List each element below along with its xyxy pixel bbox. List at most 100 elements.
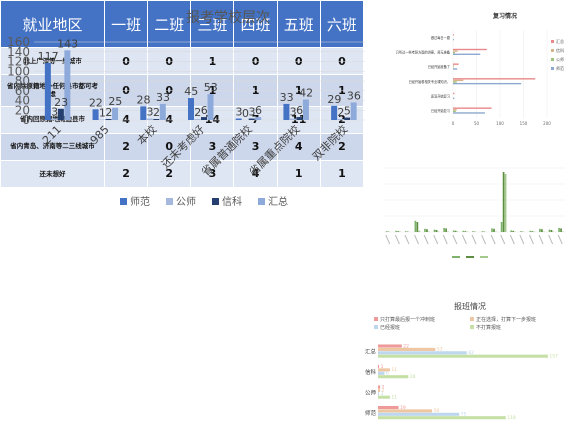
legend-swatch (551, 58, 554, 61)
bar (464, 231, 467, 232)
legend-swatch (258, 198, 265, 205)
legend-label: 信科 (222, 195, 242, 208)
bar (519, 231, 522, 232)
data-label: 53 (204, 81, 218, 94)
bar (453, 34, 454, 36)
bar (207, 94, 214, 120)
bar (426, 229, 428, 232)
bar (378, 412, 460, 416)
bar (453, 107, 492, 109)
bar (140, 106, 147, 120)
bar (452, 230, 455, 232)
bar (92, 109, 99, 120)
bar (153, 119, 160, 120)
bar (378, 344, 402, 348)
bar (331, 105, 338, 120)
x-tick-label: 双非院校 (309, 122, 350, 163)
x-tick-label (414, 234, 419, 245)
bar (560, 228, 562, 232)
data-label: 11 (391, 367, 397, 373)
bar (453, 81, 457, 83)
bar (378, 364, 380, 369)
bar (550, 230, 553, 232)
x-tick-label: 省属重点院校 (246, 122, 303, 179)
x-tick-label: 还未考虑好 (158, 122, 207, 171)
bar (539, 228, 541, 232)
category-label: 做过每日一题 (431, 35, 451, 40)
category-label: 信科 (365, 368, 377, 376)
bar (462, 230, 465, 232)
legend-label: 汇总 (556, 38, 564, 44)
x-tick-label: 0 (452, 121, 455, 126)
bar (453, 109, 457, 111)
data-label: 23 (54, 96, 68, 109)
legend-label: 已经报班 (380, 324, 400, 331)
x-tick-label: 本校 (134, 122, 159, 147)
bar (283, 103, 290, 120)
x-tick-label (471, 234, 477, 245)
data-label: 5 (344, 105, 351, 118)
legend-label: 汇总 (268, 195, 288, 208)
x-tick-label: 50 (474, 121, 480, 126)
bar (378, 371, 385, 375)
data-label: 45 (184, 85, 198, 98)
class-enrollment-chart: 报班情况 只打算最后报一个冲刺班 正在选择，打算下一步报班已经报班 不打算报班 22… (365, 301, 558, 421)
bar (453, 53, 481, 55)
bar (378, 405, 399, 410)
bar (378, 354, 548, 358)
data-label: 36 (347, 89, 361, 102)
main-chart-title: 报考学校层次 (186, 9, 270, 26)
legend-label: 信科 (556, 47, 564, 53)
data-label: 11 (391, 394, 397, 400)
category-label: 只听过一些考研方面的讲座，暂无准备 (396, 50, 451, 55)
bar (453, 63, 459, 65)
data-label: 25 (108, 95, 122, 108)
x-tick-label: 200 (543, 121, 551, 126)
bar (414, 220, 417, 232)
x-tick-label: 100 (496, 121, 504, 126)
bar (255, 117, 262, 120)
legend-swatch (470, 325, 474, 329)
data-label: 2 (153, 106, 160, 119)
bar (385, 231, 388, 232)
bar (453, 48, 487, 51)
data-label: 28 (410, 374, 416, 380)
legend-label: 不打算报班 (476, 324, 501, 331)
legend-swatch (374, 317, 378, 321)
data-label: 117 (38, 50, 59, 63)
review-status-chart: 复习情况 已经开始复习还没开始复习 已经开始看相关专业课知识， 已经开始准备了 只听过… (365, 8, 571, 140)
data-label: 33 (156, 91, 170, 104)
bar (350, 102, 357, 120)
bar (491, 228, 493, 232)
data-label: 28 (137, 93, 151, 106)
x-tick-label (519, 234, 525, 245)
x-tick-label (433, 234, 439, 245)
x-tick-label (442, 234, 448, 245)
category-label: 还没开始复习 (431, 94, 450, 99)
x-tick-label (548, 234, 554, 245)
bar (378, 416, 506, 420)
legend-label: 师范 (130, 195, 150, 208)
bar (504, 174, 507, 232)
legend-swatch (466, 256, 474, 258)
bar (201, 117, 207, 120)
bar (453, 78, 536, 80)
legend-label: 只打算最后报一个冲刺班 (380, 316, 435, 323)
bar (453, 97, 455, 99)
category-label: 师范 (365, 409, 377, 417)
bar (188, 98, 194, 120)
bar (453, 79, 464, 82)
bar (44, 62, 51, 120)
bar (453, 112, 485, 114)
x-tick-label (404, 234, 410, 245)
legend-swatch (480, 256, 488, 258)
data-label: 29 (327, 93, 341, 106)
legend-swatch (166, 198, 173, 205)
bar (378, 351, 467, 355)
x-tick-label (385, 234, 391, 245)
x-tick-label (461, 234, 467, 245)
x-tick-label (423, 234, 429, 245)
bar (502, 172, 505, 232)
bar (529, 230, 532, 232)
bar (105, 119, 112, 120)
